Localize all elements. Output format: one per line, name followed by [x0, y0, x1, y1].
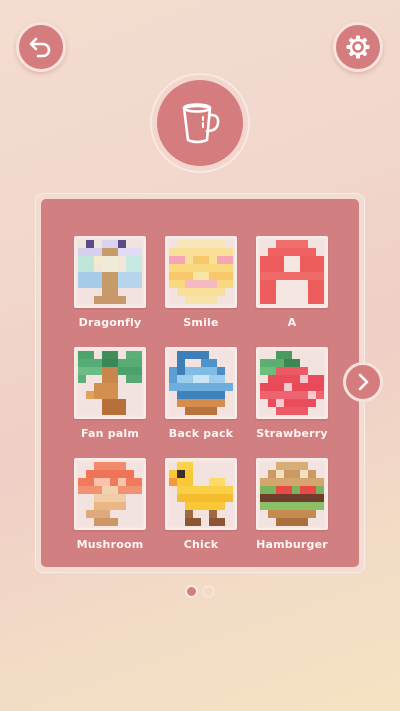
backpack-pixel-art	[169, 351, 233, 415]
puzzle-item-mushroom[interactable]: Mushroom	[74, 458, 146, 569]
puzzle-item-strawberry[interactable]: Strawberry	[256, 347, 328, 458]
hamburger-pixel-art	[260, 462, 324, 526]
puzzle-item-smile[interactable]: Smile	[165, 236, 237, 347]
puzzle-thumbnail	[74, 347, 146, 419]
puzzle-item-chick[interactable]: Chick	[165, 458, 237, 569]
puzzle-item-a[interactable]: A	[256, 236, 328, 347]
strawberry-pixel-art	[260, 351, 324, 415]
puzzle-label: Chick	[183, 538, 219, 551]
puzzle-label: Back pack	[168, 427, 234, 440]
next-page-button[interactable]	[343, 362, 383, 402]
puzzle-thumbnail	[74, 236, 146, 308]
dragonfly-pixel-art	[78, 240, 142, 304]
page-dot-1[interactable]	[185, 585, 198, 598]
puzzle-label: Smile	[183, 316, 219, 329]
fan-palm-pixel-art	[78, 351, 142, 415]
puzzle-thumbnail	[256, 458, 328, 530]
mushroom-pixel-art	[78, 462, 142, 526]
smile-pixel-art	[169, 240, 233, 304]
puzzle-label: Mushroom	[76, 538, 144, 551]
letter-a-pixel-art	[260, 240, 324, 304]
puzzle-thumbnail	[256, 236, 328, 308]
gear-icon	[346, 35, 370, 59]
chevron-right-icon	[358, 373, 369, 391]
puzzle-thumbnail	[74, 458, 146, 530]
puzzle-item-fan-palm[interactable]: Fan palm	[74, 347, 146, 458]
puzzle-grid: Dragonfly Smile A Fan palm Back pack Str…	[74, 236, 328, 569]
back-button[interactable]	[16, 22, 66, 72]
puzzle-thumbnail	[165, 458, 237, 530]
puzzle-thumbnail	[165, 236, 237, 308]
back-arrow-icon	[29, 37, 51, 58]
pagination-dots	[185, 585, 215, 598]
category-badge	[150, 73, 250, 173]
puzzle-thumbnail	[256, 347, 328, 419]
page-dot-2[interactable]	[202, 585, 215, 598]
puzzle-label: Dragonfly	[78, 316, 142, 329]
puzzle-item-dragonfly[interactable]: Dragonfly	[74, 236, 146, 347]
puzzle-item-back-pack[interactable]: Back pack	[165, 347, 237, 458]
category-badge-inner	[157, 80, 243, 166]
chick-pixel-art	[169, 462, 233, 526]
puzzle-item-hamburger[interactable]: Hamburger	[256, 458, 328, 569]
puzzle-thumbnail	[165, 347, 237, 419]
puzzle-label: Fan palm	[80, 427, 140, 440]
puzzle-label: Strawberry	[256, 427, 328, 440]
settings-button[interactable]	[333, 22, 383, 72]
cup-icon	[182, 103, 220, 144]
puzzle-label: A	[287, 316, 297, 329]
puzzle-label: Hamburger	[256, 538, 328, 551]
